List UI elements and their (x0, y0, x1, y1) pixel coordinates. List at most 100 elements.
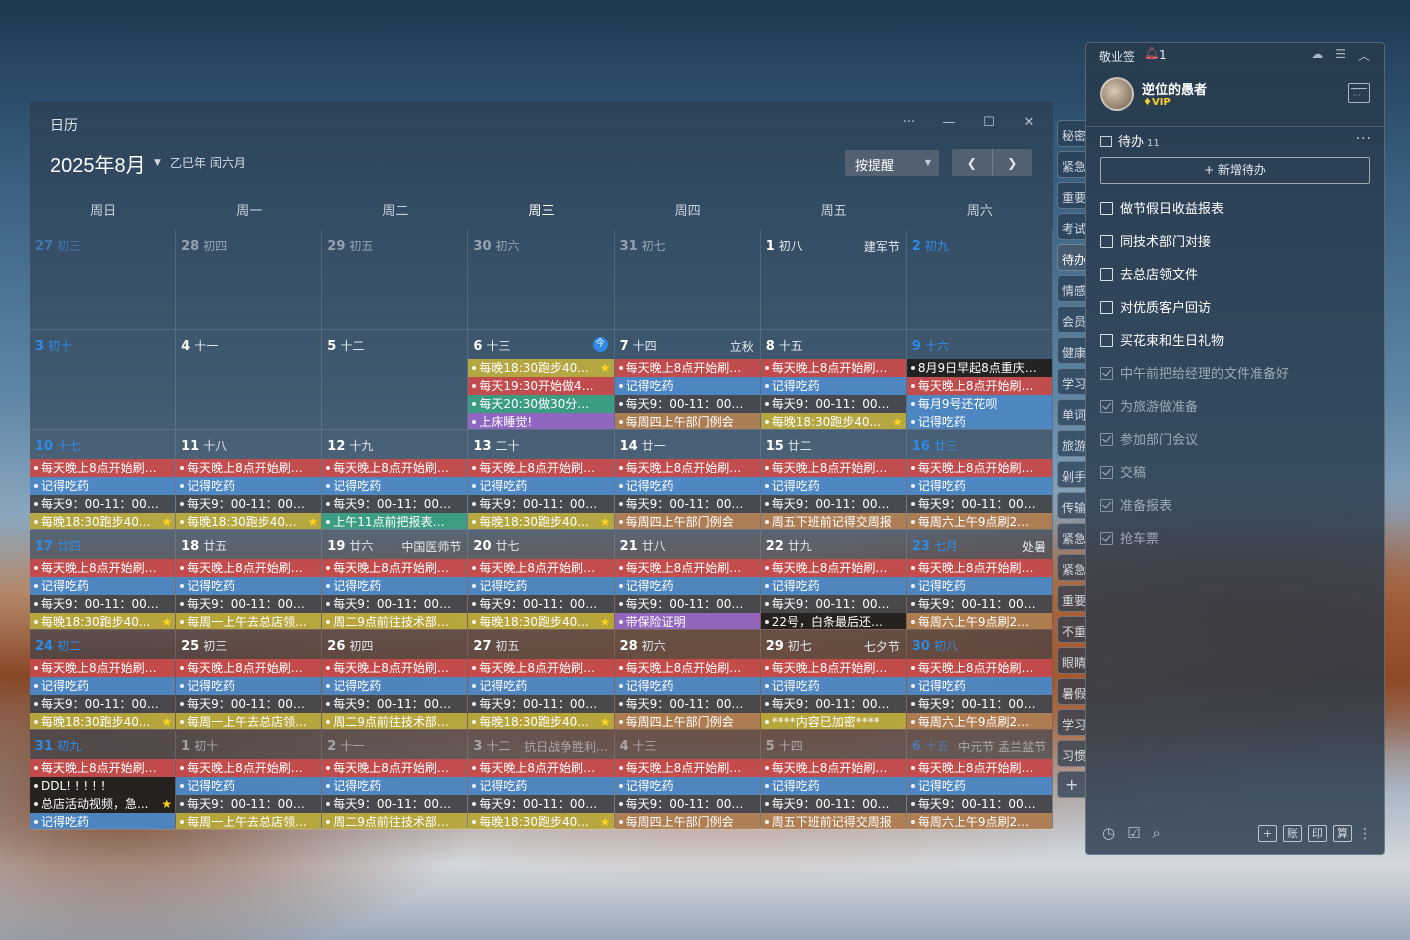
day-cell[interactable]: 2 十一 每天晚上8点开始刷2... 记得吃药 每天9：00-11：00写... 周二9点… (322, 730, 469, 830)
day-cell[interactable]: 13 二十 每天晚上8点开始刷2... 记得吃药 每天9：00-11：00写... 每晚1… (468, 430, 615, 530)
calendar-event[interactable]: 每周六上午9点刷2小... (906, 513, 1052, 529)
day-cell[interactable]: 6 十三 今每晚18:30跑步40... ★ 每天19:30开始做45... 每天20:3… (468, 330, 615, 430)
calendar-event[interactable]: 每天晚上8点开始刷2... (906, 559, 1052, 577)
calendar-event[interactable]: 每天晚上8点开始刷2... (468, 459, 614, 477)
day-cell[interactable]: 14 廿一 每天晚上8点开始刷2... 记得吃药 每天9：00-11：00写... 每周四… (614, 430, 761, 530)
calendar-event[interactable]: 每天9：00-11：00写... (906, 795, 1052, 813)
add-category-button[interactable]: + (1057, 771, 1085, 798)
clock-icon[interactable]: ◷ (1102, 824, 1115, 842)
calendar-event[interactable]: 每天9：00-11：00写... (468, 595, 614, 613)
day-cell[interactable]: 27 初五 每天晚上8点开始刷2... 记得吃药 每天9：00-11：00写... 每晚1… (468, 630, 615, 730)
print-button[interactable]: 印 (1308, 825, 1327, 842)
calendar-event[interactable]: 每周六上午9点刷2小... (906, 713, 1052, 729)
calendar-event[interactable]: 记得吃药 (176, 477, 322, 495)
minimize-icon[interactable]: — (939, 112, 959, 132)
avatar[interactable] (1100, 77, 1134, 111)
calendar-event[interactable]: 每天晚上8点开始刷2... (176, 759, 322, 777)
calendar-event[interactable]: 周二9点前往技术部门... (322, 813, 468, 829)
calendar-event[interactable]: 每天9：00-11：00写... (614, 795, 760, 813)
day-cell[interactable]: 25 初三 每天晚上8点开始刷2... 记得吃药 每天9：00-11：00写... 每周一… (176, 630, 323, 730)
calendar-event[interactable]: 每天19:30开始做45... (468, 377, 614, 395)
day-cell[interactable]: 23 七月 处暑 每天晚上8点开始刷2... 记得吃药 每天9：00-11：00写... 每… (906, 530, 1053, 630)
calendar-event[interactable]: 记得吃药 (760, 677, 906, 695)
calendar-event[interactable]: 记得吃药 (906, 477, 1052, 495)
calendar-event[interactable]: 每晚18:30跑步40... ★ (30, 513, 176, 529)
day-cell[interactable]: 21 廿八 每天晚上8点开始刷2... 记得吃药 每天9：00-11：00写... 带保险… (614, 530, 761, 630)
day-cell[interactable]: 10 十七 每天晚上8点开始刷2... 记得吃药 每天9：00-11：00写... 每晚1… (30, 430, 177, 530)
category-tab[interactable]: 暑假 (1057, 678, 1085, 705)
todo-checkbox[interactable] (1100, 400, 1113, 413)
calendar-event[interactable]: 每周一上午去总店领... (176, 613, 322, 629)
day-cell[interactable]: 15 廿二 每天晚上8点开始刷2... 记得吃药 每天9：00-11：00写... 周五下… (760, 430, 907, 530)
calendar-event[interactable]: 记得吃药 (760, 377, 906, 395)
calendar-event[interactable]: 每天晚上8点开始刷2... (760, 559, 906, 577)
calendar-event[interactable]: 每天9：00-11：00写... (614, 395, 760, 413)
calendar-event[interactable]: 周二9点前往技术部门... (322, 613, 468, 629)
calendar-event[interactable]: 每晚18:30跑步40... ★ (468, 713, 614, 729)
category-tab[interactable]: 传输 (1057, 492, 1085, 519)
day-cell[interactable]: 29 初七 七夕节 每天晚上8点开始刷2... 记得吃药 每天9：00-11：00写...… (760, 630, 907, 730)
category-tab[interactable]: 秘密 (1057, 120, 1085, 147)
calendar-event[interactable]: 每天9：00-11：00写... (906, 495, 1052, 513)
calendar-event[interactable]: 记得吃药 (614, 677, 760, 695)
calendar-event[interactable]: 每天晚上8点开始刷2... (468, 659, 614, 677)
calendar-event[interactable]: 每天9：00-11：00写... (176, 595, 322, 613)
calendar-event[interactable]: 每天晚上8点开始刷2... (176, 559, 322, 577)
todo-checkbox[interactable] (1100, 202, 1113, 215)
calendar-event[interactable]: 每天晚上8点开始刷2... (614, 659, 760, 677)
calendar-icon[interactable] (1348, 83, 1370, 103)
calendar-event[interactable]: 每天晚上8点开始刷2... (30, 759, 176, 777)
calendar-event[interactable]: 每晚18:30跑步40... ★ (468, 359, 614, 377)
calendar-event[interactable]: 每天9：00-11：00写... (30, 695, 176, 713)
category-tab[interactable]: 紧急 (1057, 151, 1085, 178)
category-tab[interactable]: 学习 (1057, 368, 1085, 395)
calendar-event[interactable]: 每天晚上8点开始刷2... (614, 559, 760, 577)
month-title[interactable]: 2025年8月 (50, 149, 146, 178)
calendar-event[interactable]: 每天9：00-11：00写... (468, 695, 614, 713)
category-tab[interactable]: 考试 (1057, 213, 1085, 240)
day-cell[interactable]: 22 廿九 每天晚上8点开始刷2... 记得吃药 每天9：00-11：00写... 22号… (760, 530, 907, 630)
todo-checkbox[interactable] (1100, 367, 1113, 380)
add-note-icon[interactable]: + (1258, 825, 1277, 842)
todo-checkbox[interactable] (1100, 301, 1113, 314)
day-cell[interactable]: 3 初十 (30, 330, 177, 430)
category-tab[interactable]: 习惯 (1057, 740, 1085, 767)
calendar-event[interactable]: 每天20:30做30分钟... (468, 395, 614, 413)
calendar-event[interactable]: 记得吃药 (322, 777, 468, 795)
day-cell[interactable]: 3 十二 抗日战争胜利... 每天晚上8点开始刷2... 记得吃药 每天9：00-11：0… (468, 730, 615, 830)
calendar-event[interactable]: 每周四上午部门例会 (614, 413, 760, 429)
chevron-right-icon[interactable]: ❯ (991, 149, 1033, 176)
calendar-event[interactable]: 每天晚上8点开始刷2... (614, 459, 760, 477)
day-cell[interactable]: 31 初九 每天晚上8点开始刷2... DDL! ! ! ! ! 总店活动视频，急...… (30, 730, 177, 830)
calendar-event[interactable]: 每周六上午9点刷2小... (906, 813, 1052, 829)
todo-checkbox[interactable] (1100, 268, 1113, 281)
calendar-event[interactable]: 记得吃药 (614, 477, 760, 495)
day-cell[interactable]: 17 廿四 每天晚上8点开始刷2... 记得吃药 每天9：00-11：00写... 每晚1… (30, 530, 177, 630)
calendar-event[interactable]: 每天9：00-11：00写... (30, 595, 176, 613)
calendar-event[interactable]: 记得吃药 (30, 577, 176, 595)
todo-checkbox[interactable] (1100, 499, 1113, 512)
todo-item[interactable]: 对优质客户回访 (1100, 289, 1376, 322)
day-cell[interactable]: 16 廿三 每天晚上8点开始刷2... 记得吃药 每天9：00-11：00写... 每周六… (906, 430, 1053, 530)
todo-item[interactable]: 买花束和生日礼物 (1100, 322, 1376, 355)
category-tab[interactable]: 不重 (1057, 616, 1085, 643)
category-tab[interactable]: 会员 (1057, 306, 1085, 333)
calendar-event[interactable]: 记得吃药 (468, 577, 614, 595)
calendar-event[interactable]: 每天晚上8点开始刷2... (176, 659, 322, 677)
calendar-event[interactable]: 每周四上午部门例会 (614, 813, 760, 829)
calendar-event[interactable]: DDL! ! ! ! ! (30, 777, 176, 795)
calendar-event[interactable]: 每晚18:30跑步40... ★ (30, 613, 176, 629)
calendar-event[interactable]: 上床睡觉! (468, 413, 614, 429)
day-cell[interactable]: 1 初十 每天晚上8点开始刷2... 记得吃药 每天9：00-11：00写... 每周一上… (176, 730, 323, 830)
close-icon[interactable]: ✕ (1019, 112, 1039, 132)
calendar-event[interactable]: 每天晚上8点开始刷2... (906, 759, 1052, 777)
calendar-event[interactable]: 每天9：00-11：00写... (760, 395, 906, 413)
cloud-sync-icon[interactable]: ☁ (1311, 47, 1323, 64)
calendar-event[interactable]: 记得吃药 (468, 677, 614, 695)
calendar-event[interactable]: 周五下班前记得交周报 (760, 513, 906, 529)
calendar-event[interactable]: 每天晚上8点开始刷2... (614, 759, 760, 777)
calendar-event[interactable]: 每天晚上8点开始刷2... (30, 559, 176, 577)
calendar-event[interactable]: 每天9：00-11：00写... (906, 695, 1052, 713)
todo-item[interactable]: 抢车票 (1100, 520, 1376, 553)
calendar-event[interactable]: 每天9：00-11：00写... (468, 495, 614, 513)
